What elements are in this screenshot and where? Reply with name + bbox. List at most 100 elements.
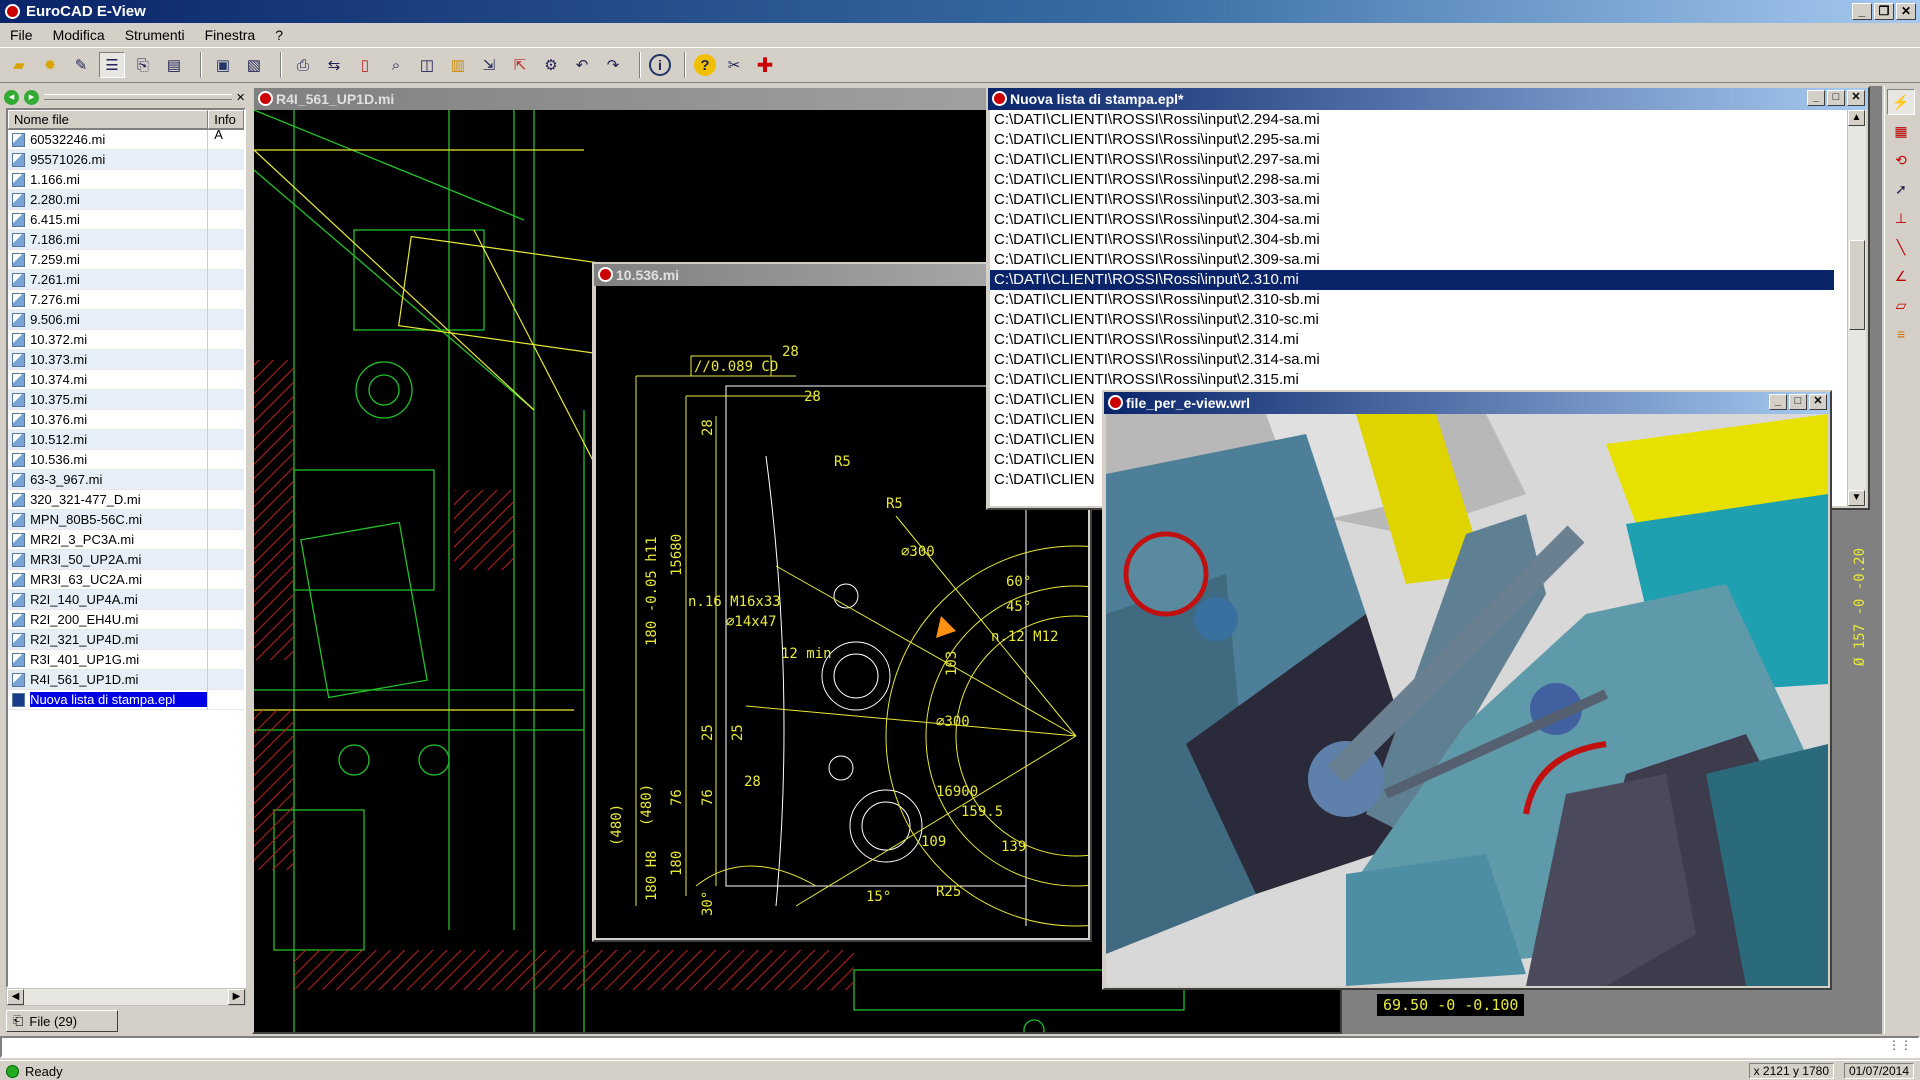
menu-finestra[interactable]: Finestra xyxy=(195,27,266,43)
resize-grip-icon[interactable]: ⋮⋮ xyxy=(1888,1038,1912,1052)
line-icon[interactable]: ╲ xyxy=(1887,234,1915,260)
print-list-item[interactable]: C:\DATI\CLIENTI\ROSSI\Rossi\input\2.309-… xyxy=(990,250,1834,270)
file-list-item[interactable]: 1.166.mi xyxy=(8,169,244,190)
minimize-button[interactable]: _ xyxy=(1852,3,1872,20)
layer-icon[interactable]: ▱ xyxy=(1887,292,1915,318)
print-list-item[interactable]: C:\DATI\CLIENTI\ROSSI\Rossi\input\2.310-… xyxy=(990,310,1834,330)
undo-icon[interactable]: ↶ xyxy=(569,52,595,78)
print-list-item[interactable]: C:\DATI\CLIENTI\ROSSI\Rossi\input\2.295-… xyxy=(990,130,1834,150)
file-list-item[interactable]: 6.415.mi xyxy=(8,209,244,230)
column-nome-file[interactable]: Nome file xyxy=(8,110,209,129)
save-as-icon[interactable]: ▧ xyxy=(241,52,267,78)
print-preview-icon[interactable]: ▤ xyxy=(161,52,187,78)
file-list-item[interactable]: 7.276.mi xyxy=(8,289,244,310)
file-list-item[interactable]: 60532246.mi xyxy=(8,129,244,150)
scroll-thumb[interactable] xyxy=(1849,240,1865,330)
file-list-item[interactable]: 10.372.mi xyxy=(8,329,244,350)
file-list-item[interactable]: R4I_561_UP1D.mi xyxy=(8,669,244,690)
file-list-item[interactable]: MR2I_3_PC3A.mi xyxy=(8,529,244,550)
print-list-item[interactable]: C:\DATI\CLIENTI\ROSSI\Rossi\input\2.298-… xyxy=(990,170,1834,190)
file-list-item[interactable]: MPN_80B5-56C.mi xyxy=(8,509,244,530)
file-list-item[interactable]: 2.280.mi xyxy=(8,189,244,210)
print-list-item[interactable]: C:\DATI\CLIENTI\ROSSI\Rossi\input\2.310.… xyxy=(990,270,1834,290)
file-list-item[interactable]: 10.512.mi xyxy=(8,429,244,450)
menu-strumenti[interactable]: Strumenti xyxy=(115,27,195,43)
page-icon[interactable]: ▯ xyxy=(352,52,378,78)
import-icon[interactable]: ⇱ xyxy=(507,52,533,78)
print-list-item[interactable]: C:\DATI\CLIENTI\ROSSI\Rossi\input\2.310-… xyxy=(990,290,1834,310)
file-list[interactable]: Nome file Info A 60532246.mi 95571026.mi 1… xyxy=(6,108,246,988)
menu-modifica[interactable]: Modifica xyxy=(43,27,115,43)
print-list-item[interactable]: C:\DATI\CLIENTI\ROSSI\Rossi\input\2.314-… xyxy=(990,350,1834,370)
bookmark-icon[interactable]: ▥ xyxy=(445,52,471,78)
file-list-item[interactable]: R2I_140_UP4A.mi xyxy=(8,589,244,610)
file-list-item[interactable]: 10.376.mi xyxy=(8,409,244,430)
file-list-item[interactable]: 10.374.mi xyxy=(8,369,244,390)
print-list-scrollbar[interactable]: ▲ ▼ xyxy=(1847,110,1866,506)
window-3d-viewer[interactable]: file_per_e-view.wrl _ □ ✕ xyxy=(1102,390,1832,990)
redo-icon[interactable]: ↷ xyxy=(600,52,626,78)
3d-viewport[interactable] xyxy=(1106,414,1828,986)
file-list-item[interactable]: Nuova lista di stampa.epl xyxy=(8,689,244,710)
window-3d-viewer-titlebar[interactable]: file_per_e-view.wrl _ □ ✕ xyxy=(1104,392,1830,414)
print-list-maximize-button[interactable]: □ xyxy=(1827,90,1845,106)
angle-icon[interactable]: ∠ xyxy=(1887,263,1915,289)
file-list-item[interactable]: 10.536.mi xyxy=(8,449,244,470)
menu-help[interactable]: ? xyxy=(265,27,293,43)
save-icon[interactable]: ▣ xyxy=(210,52,236,78)
info-icon[interactable]: i xyxy=(649,54,671,76)
zoom-icon[interactable]: ⌕ xyxy=(383,52,409,78)
print-setup-icon[interactable]: ⇆ xyxy=(321,52,347,78)
back-icon[interactable]: ◂ xyxy=(4,89,19,105)
command-line-input[interactable]: ⋮⋮ xyxy=(0,1036,1920,1058)
print-list-item[interactable]: C:\DATI\CLIENTI\ROSSI\Rossi\input\2.297-… xyxy=(990,150,1834,170)
file-list-item[interactable]: 7.259.mi xyxy=(8,249,244,270)
file-list-item[interactable]: R3I_401_UP1G.mi xyxy=(8,649,244,670)
print-list-item[interactable]: C:\DATI\CLIENTI\ROSSI\Rossi\input\2.314.… xyxy=(990,330,1834,350)
export-icon[interactable]: ⇲ xyxy=(476,52,502,78)
file-list-item[interactable]: 7.261.mi xyxy=(8,269,244,290)
hatch-icon[interactable]: ≡ xyxy=(1887,321,1915,347)
panel-close-icon[interactable]: ✕ xyxy=(236,91,248,104)
file-list-item[interactable]: MR3I_50_UP2A.mi xyxy=(8,549,244,570)
file-list-item[interactable]: 9.506.mi xyxy=(8,309,244,330)
viewer-minimize-button[interactable]: _ xyxy=(1769,394,1787,410)
tools-icon[interactable]: ✂ xyxy=(721,52,747,78)
print-list-item[interactable]: C:\DATI\CLIENTI\ROSSI\Rossi\input\2.294-… xyxy=(990,110,1834,130)
restore-button[interactable]: ❐ xyxy=(1874,3,1894,20)
column-info[interactable]: Info A xyxy=(208,110,244,142)
layers-icon[interactable]: ◫ xyxy=(414,52,440,78)
print-list-item[interactable]: C:\DATI\CLIENTI\ROSSI\Rossi\input\2.304-… xyxy=(990,230,1834,250)
viewer-close-button[interactable]: ✕ xyxy=(1809,394,1827,410)
firstaid-icon[interactable]: ✚ xyxy=(752,52,778,78)
close-button[interactable]: ✕ xyxy=(1896,3,1916,20)
file-list-item[interactable]: R2I_200_EH4U.mi xyxy=(8,609,244,630)
app-titlebar[interactable]: EuroCAD E-View _ ❐ ✕ xyxy=(0,0,1920,23)
plot-icon[interactable]: ⚙ xyxy=(538,52,564,78)
copy-icon[interactable]: ⎘ xyxy=(130,52,156,78)
file-list-item[interactable]: 10.375.mi xyxy=(8,389,244,410)
file-list-item[interactable]: R2I_321_UP4D.mi xyxy=(8,629,244,650)
print-list-close-button[interactable]: ✕ xyxy=(1847,90,1865,106)
palette-icon[interactable]: ▦ xyxy=(1887,118,1915,144)
list-view-icon[interactable]: ☰ xyxy=(99,52,125,78)
open-folder-icon[interactable]: ▰ xyxy=(6,52,32,78)
print-list-item[interactable]: C:\DATI\CLIENTI\ROSSI\Rossi\input\2.315.… xyxy=(990,370,1834,390)
print-list-minimize-button[interactable]: _ xyxy=(1807,90,1825,106)
file-list-item[interactable]: MR3I_63_UC2A.mi xyxy=(8,569,244,590)
file-list-scrollbar[interactable]: ◀ ▶ xyxy=(6,988,246,1006)
pointer-icon[interactable]: ➚ xyxy=(1887,176,1915,202)
print-list-item[interactable]: C:\DATI\CLIENTI\ROSSI\Rossi\input\2.304-… xyxy=(990,210,1834,230)
scroll-right-button[interactable]: ▶ xyxy=(228,989,245,1005)
scroll-left-button[interactable]: ◀ xyxy=(7,989,24,1005)
scroll-up-button[interactable]: ▲ xyxy=(1848,110,1865,126)
new-file-icon[interactable]: ✹ xyxy=(37,52,63,78)
print-list-item[interactable]: C:\DATI\CLIENTI\ROSSI\Rossi\input\2.303-… xyxy=(990,190,1834,210)
file-list-item[interactable]: 7.186.mi xyxy=(8,229,244,250)
help-icon[interactable]: ? xyxy=(694,54,716,76)
tab-file[interactable]: ⎗ File (29) xyxy=(6,1010,118,1032)
file-list-item[interactable]: 320_321-477_D.mi xyxy=(8,489,244,510)
refresh-icon[interactable]: ⟲ xyxy=(1887,147,1915,173)
measure-icon[interactable]: ⊥ xyxy=(1887,205,1915,231)
menu-file[interactable]: File xyxy=(0,27,43,43)
